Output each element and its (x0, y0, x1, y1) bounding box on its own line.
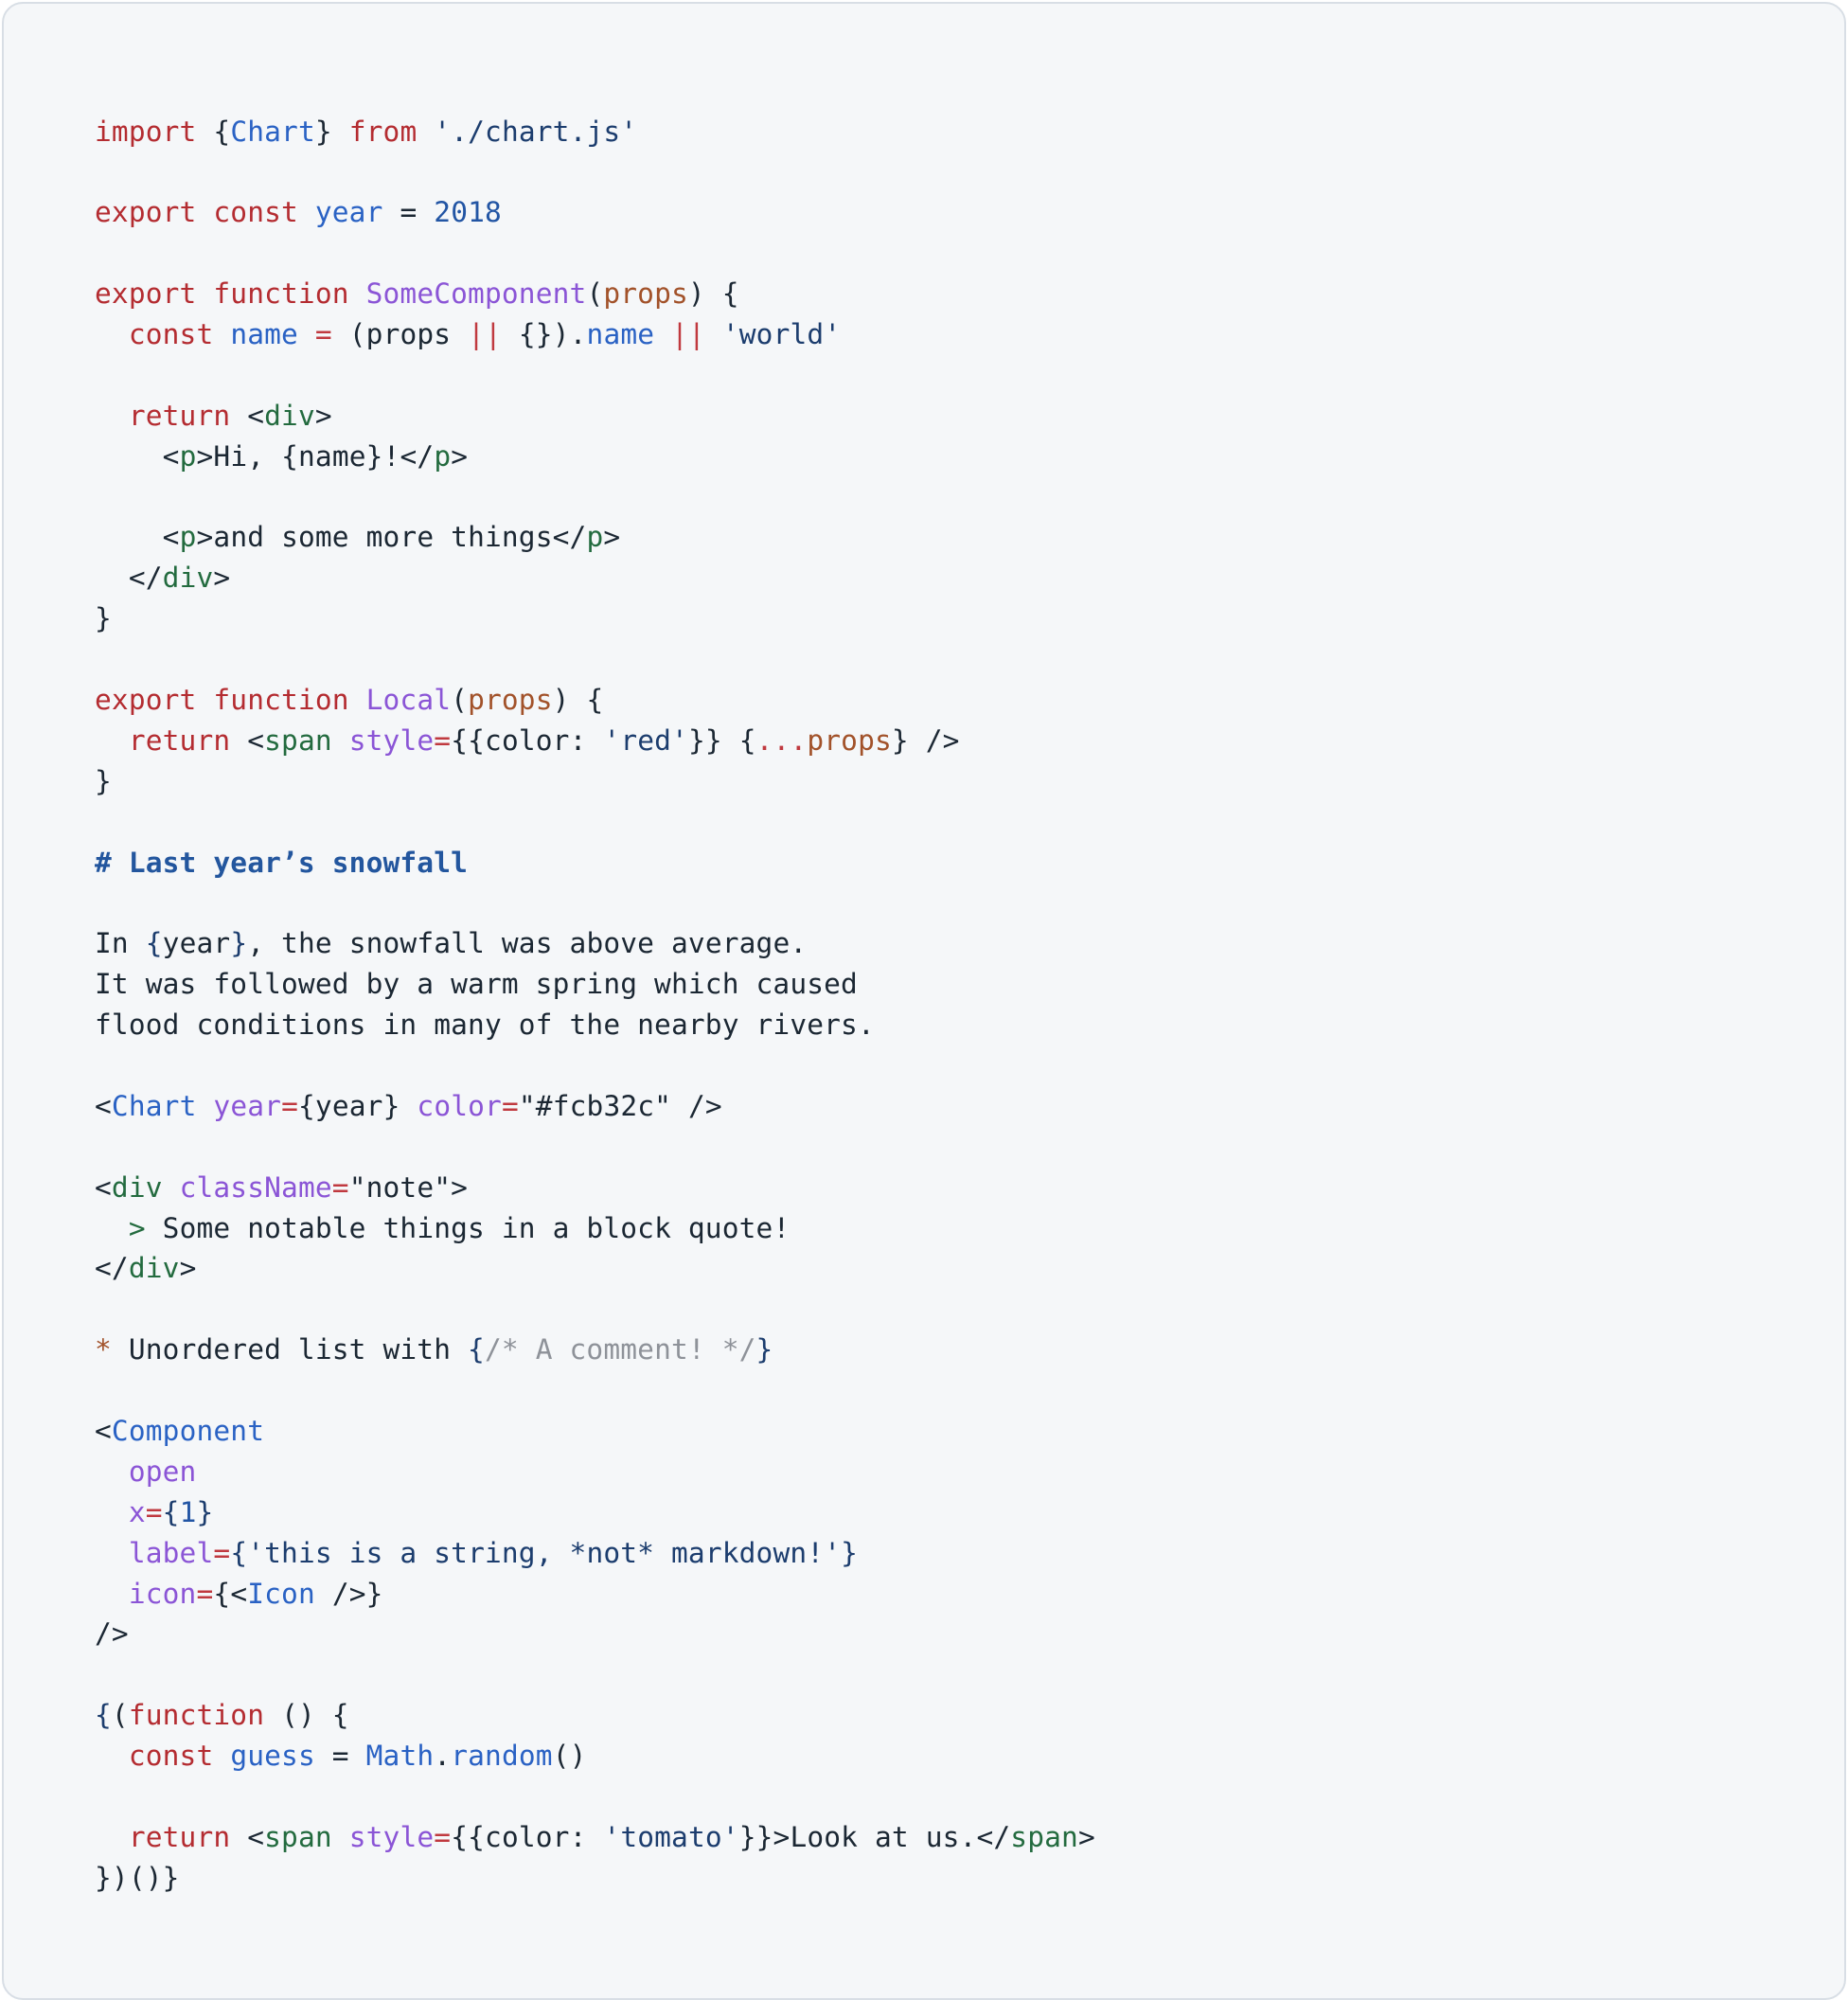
code-line: export function SomeComponent(props) { (95, 277, 739, 311)
code-line: # Last year’s snowfall (95, 846, 469, 879)
code-line: * Unordered list with {/* A comment! */} (95, 1333, 773, 1366)
code-listing[interactable]: import {Chart} from './chart.js' export … (95, 112, 1095, 1899)
code-line: const guess = Math.random() (128, 1740, 587, 1773)
code-line: export const year = 2018 (95, 196, 502, 229)
code-line: <div className="note"> (95, 1170, 469, 1204)
code-line: flood conditions in many of the nearby r… (95, 1009, 875, 1042)
code-line: const name = (props || {}).name || 'worl… (128, 317, 842, 350)
code-line: return <span style={{color: 'tomato'}}>L… (128, 1820, 1095, 1853)
code-line: </div> (128, 562, 231, 595)
code-line: It was followed by a warm spring which c… (95, 968, 858, 1001)
code-line: return <span style={{color: 'red'}} {...… (128, 723, 960, 757)
code-line: /> (95, 1617, 129, 1651)
code-line: return <div> (128, 399, 332, 432)
code-line: } (95, 764, 112, 797)
code-line: </div> (95, 1252, 197, 1285)
code-line: icon={<Icon />} (128, 1577, 383, 1610)
code-line: <p>and some more things</p> (162, 521, 621, 554)
code-line: <Component (95, 1415, 265, 1447)
code-line: {(function () { (95, 1699, 349, 1732)
code-line: })()} (95, 1861, 180, 1894)
code-line: In {year}, the snowfall was above averag… (95, 927, 808, 960)
code-line: export function Local(props) { (95, 683, 604, 716)
code-card: import {Chart} from './chart.js' export … (2, 2, 1846, 2000)
code-line: <p>Hi, {name}!</p> (162, 439, 469, 473)
code-line: > Some notable things in a block quote! (128, 1211, 791, 1244)
code-line: <Chart year={year} color="#fcb32c" /> (95, 1089, 722, 1122)
code-line: open (128, 1455, 197, 1488)
code-line: x={1} (128, 1495, 214, 1528)
code-line: } (95, 602, 112, 635)
code-line: label={'this is a string, *not* markdown… (128, 1536, 859, 1569)
code-line: import {Chart} from './chart.js' (95, 115, 638, 148)
